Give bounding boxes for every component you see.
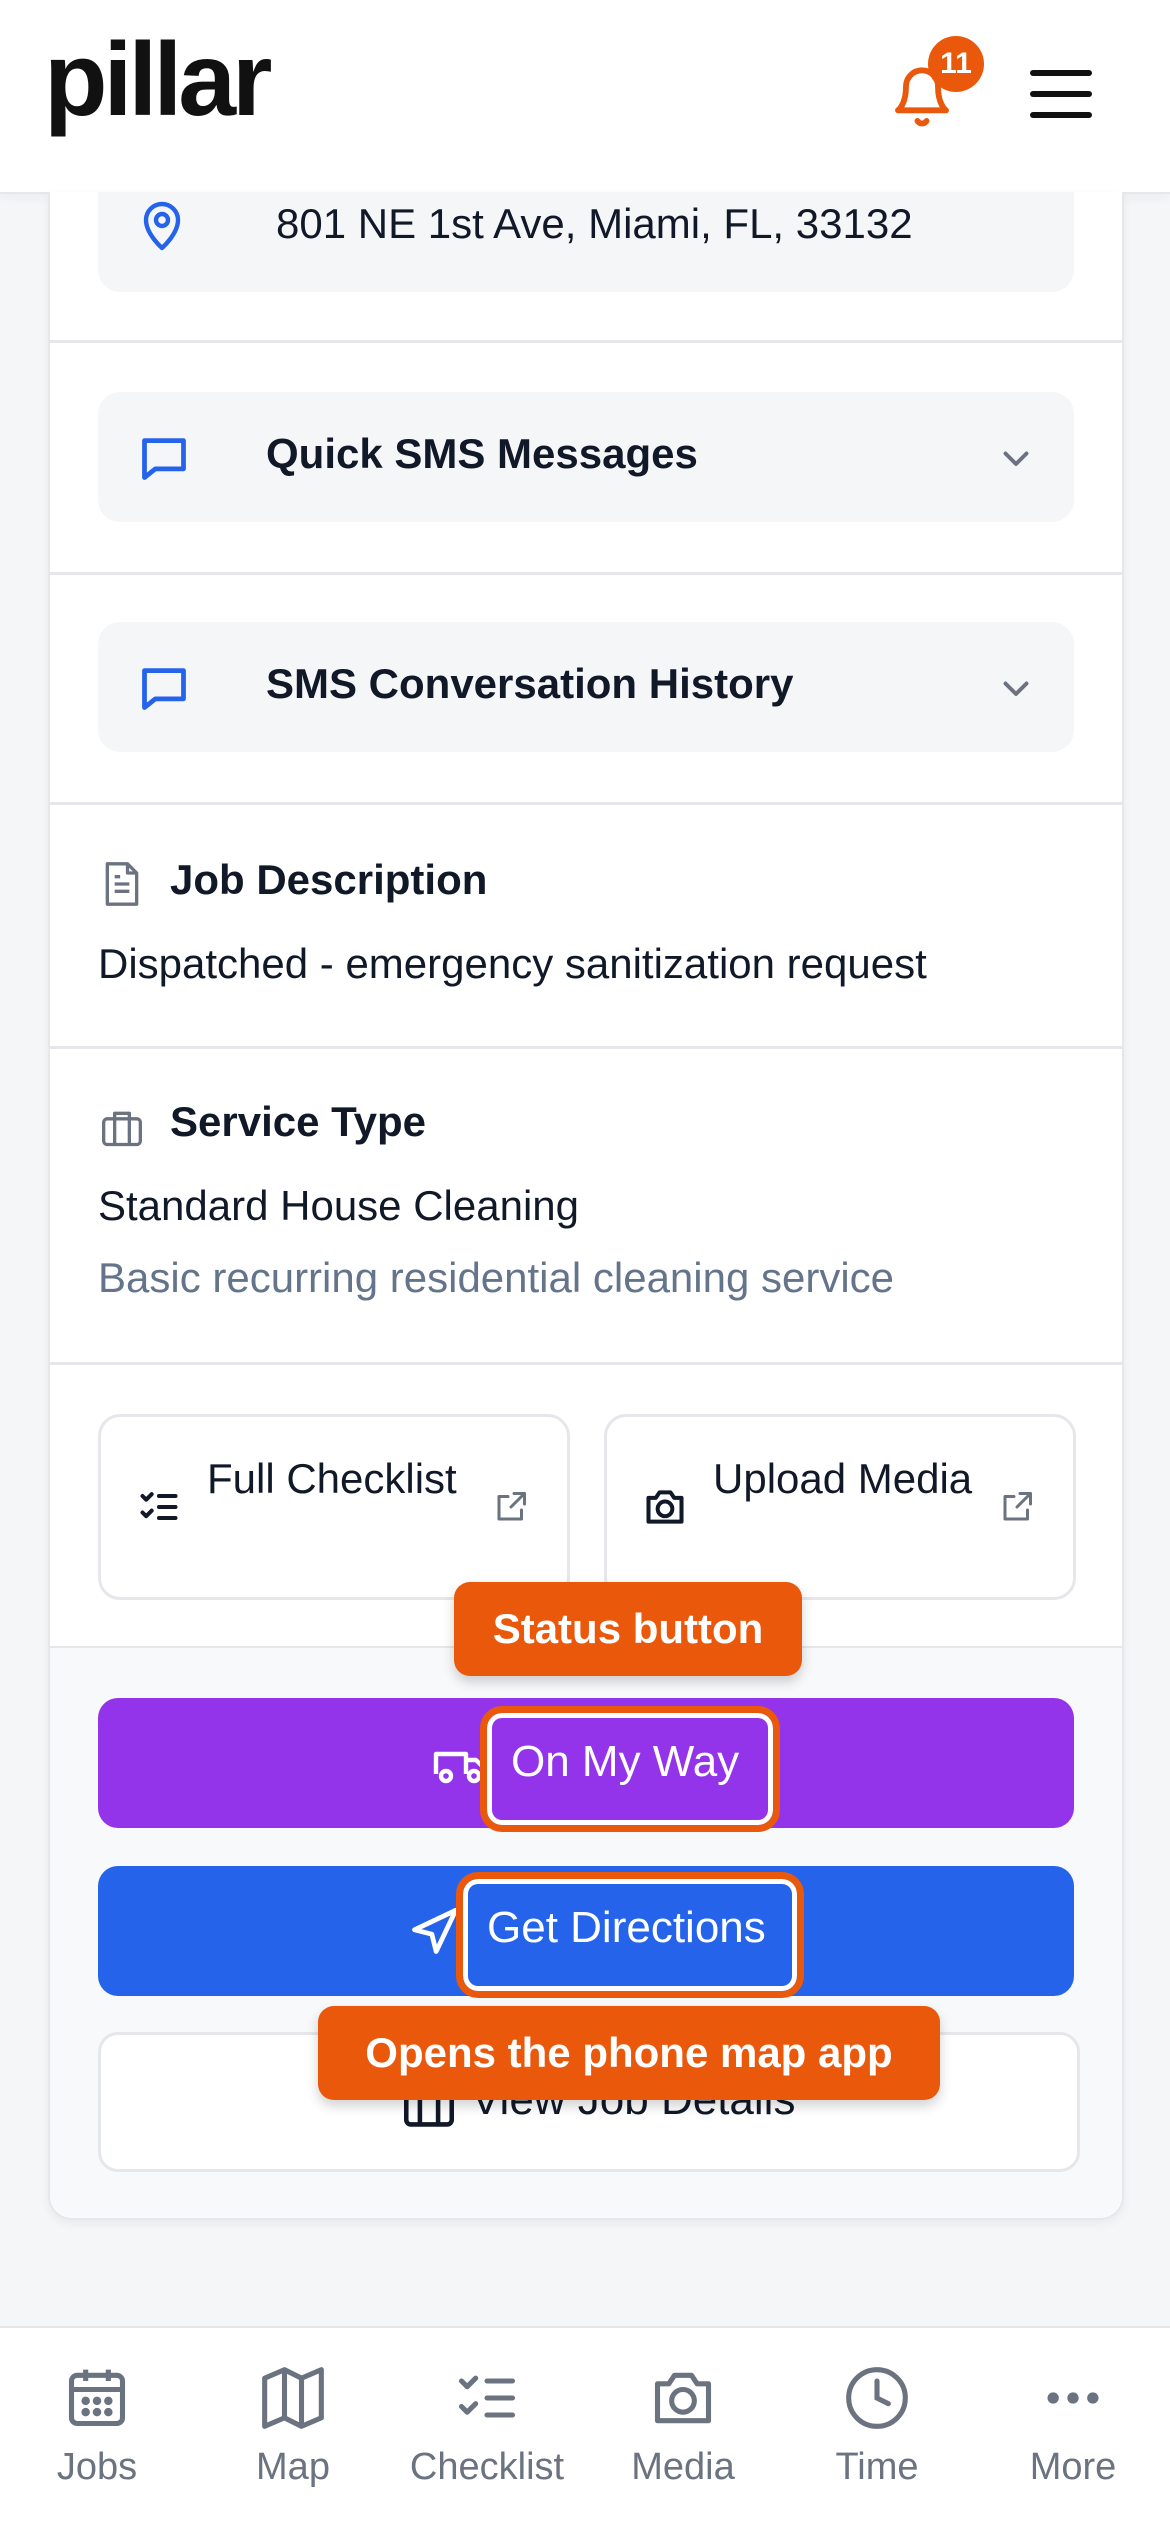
nav-item-time[interactable]: Time xyxy=(782,2364,972,2514)
on-my-way-highlight: On My Way xyxy=(480,1706,780,1832)
navigation-icon xyxy=(412,1907,459,1954)
nav-label-media: Media xyxy=(631,2446,735,2488)
nav-item-checklist[interactable]: Checklist xyxy=(392,2364,582,2514)
get-directions-highlight: Get Directions xyxy=(456,1872,804,1998)
hamburger-icon[interactable] xyxy=(1030,70,1092,122)
nav-label-checklist: Checklist xyxy=(409,2446,565,2488)
job-address: 801 NE 1st Ave, Miami, FL, 33132 xyxy=(276,200,913,247)
service-name: Standard House Cleaning xyxy=(98,1182,579,1229)
quick-sms-label: Quick SMS Messages xyxy=(266,430,698,477)
divider xyxy=(50,340,1122,343)
notification-badge: 11 xyxy=(928,36,984,92)
checklist-icon xyxy=(140,1492,178,1521)
chevron-down-icon xyxy=(1003,681,1029,696)
message-icon xyxy=(142,438,186,480)
divider xyxy=(50,572,1122,575)
nav-item-map[interactable]: Map xyxy=(198,2364,388,2514)
quick-sms-accordion[interactable]: Quick SMS Messages xyxy=(98,392,1074,522)
get-directions-highlight-label: Get Directions xyxy=(487,1903,766,1952)
camera-icon xyxy=(646,1490,684,1524)
upload-media-button[interactable]: Upload Media xyxy=(604,1414,1076,1600)
job-description-text: Dispatched - emergency sanitization requ… xyxy=(98,940,927,987)
nav-item-media[interactable]: Media xyxy=(588,2364,778,2514)
briefcase-icon xyxy=(102,1111,142,1147)
checklist-icon xyxy=(458,2375,516,2418)
job-card: 801 NE 1st Ave, Miami, FL, 33132 Quick S… xyxy=(48,192,1124,2220)
document-icon xyxy=(105,862,139,906)
external-link-icon xyxy=(497,1492,526,1521)
address-row[interactable]: 801 NE 1st Ave, Miami, FL, 33132 xyxy=(98,192,1074,292)
nav-item-more[interactable]: More xyxy=(978,2364,1168,2514)
upload-media-label: Upload Media xyxy=(713,1455,973,1502)
map-app-callout: Opens the phone map app xyxy=(318,2006,940,2100)
on-my-way-highlight-label: On My Way xyxy=(511,1737,740,1786)
app-header: pillar 11 xyxy=(0,0,1170,194)
sms-history-accordion[interactable]: SMS Conversation History xyxy=(98,622,1074,752)
service-description: Basic recurring residential cleaning ser… xyxy=(98,1254,895,1301)
divider xyxy=(50,802,1122,805)
nav-label-jobs: Jobs xyxy=(56,2446,138,2488)
full-checklist-button[interactable]: Full Checklist xyxy=(98,1414,570,1600)
chevron-down-icon xyxy=(1003,451,1029,466)
nav-label-map: Map xyxy=(256,2446,330,2488)
bottom-nav: Jobs Map Checklist Media Time More xyxy=(0,2326,1170,2534)
nav-item-jobs[interactable]: Jobs xyxy=(2,2364,192,2514)
map-icon xyxy=(262,2367,324,2429)
clock-icon xyxy=(846,2367,908,2429)
status-button-callout: Status button xyxy=(454,1582,802,1676)
divider xyxy=(50,1046,1122,1049)
divider xyxy=(50,1362,1122,1365)
more-icon xyxy=(1047,2392,1099,2404)
map-pin-icon xyxy=(143,201,181,251)
service-type-title: Service Type xyxy=(170,1098,427,1145)
sms-history-label: SMS Conversation History xyxy=(266,660,794,707)
nav-label-time: Time xyxy=(835,2446,919,2488)
full-checklist-label: Full Checklist xyxy=(207,1455,457,1502)
calendar-icon xyxy=(68,2369,126,2427)
nav-label-more: More xyxy=(1029,2446,1117,2488)
job-description-title: Job Description xyxy=(170,856,488,903)
camera-icon xyxy=(654,2372,712,2424)
app-logo[interactable]: pillar xyxy=(44,28,273,132)
message-icon xyxy=(142,668,186,710)
external-link-icon xyxy=(1003,1492,1032,1521)
